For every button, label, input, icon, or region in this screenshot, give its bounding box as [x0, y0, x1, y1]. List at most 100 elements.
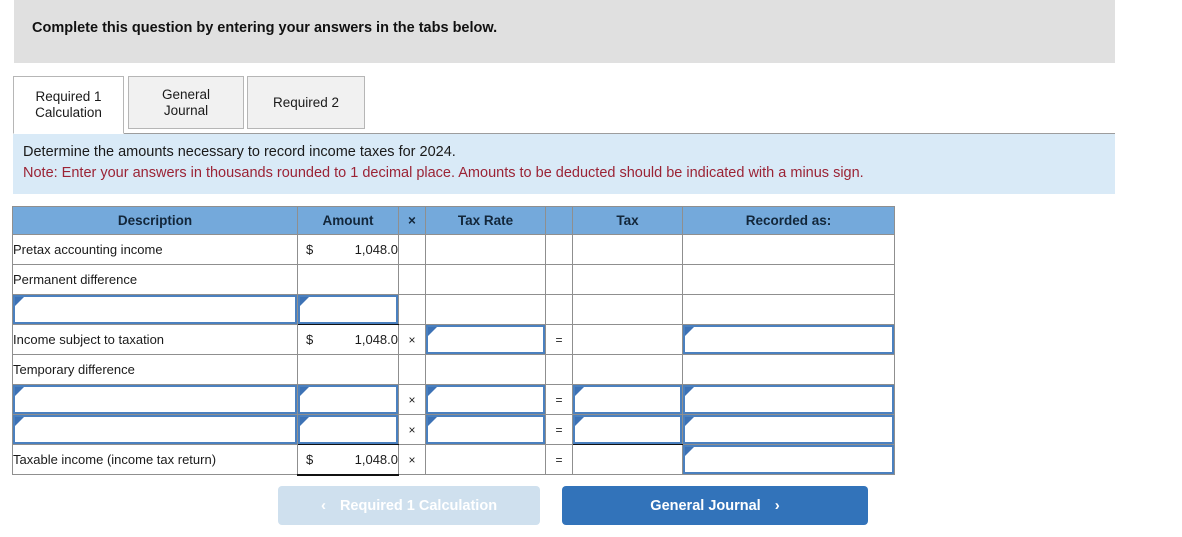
header-tax: Tax — [572, 206, 683, 235]
tab-strip: Required 1 Calculation General Journal R… — [0, 76, 1182, 134]
question-banner-text: Complete this question by entering your … — [32, 20, 498, 36]
row-tax-blank-income-subject-to-taxation — [572, 324, 683, 355]
income-subject-to-taxation-recorded-as-input[interactable] — [687, 327, 893, 352]
row-recorded-as-input-temporary-difference-2[interactable] — [682, 414, 895, 445]
row-tax-rate-blank — [425, 234, 546, 265]
row-equals-blank — [545, 264, 573, 295]
temporary-difference-2-amount-input[interactable] — [302, 417, 397, 442]
amount-value: 1,048.0 — [354, 332, 398, 347]
row-tax-rate-input-temporary-difference-2[interactable] — [425, 414, 546, 445]
row-multiply-blank — [398, 264, 426, 295]
amount-input-box[interactable] — [298, 385, 398, 414]
table-row: Pretax accounting income $1,048.0 — [12, 234, 895, 265]
temporary-difference-1-tax-input[interactable] — [577, 387, 681, 412]
temporary-difference-1-description-input[interactable] — [17, 387, 296, 412]
row-label-pretax-accounting-income: Pretax accounting income — [12, 234, 298, 265]
row-multiply-blank — [398, 294, 426, 325]
tax-rate-input-box[interactable] — [426, 415, 545, 444]
tab-general-journal-label: General Journal — [161, 86, 211, 118]
tab-required-2[interactable]: Required 2 — [247, 76, 365, 129]
temporary-difference-1-recorded-as-input[interactable] — [687, 387, 893, 412]
tab-required-1-calculation[interactable]: Required 1 Calculation — [13, 76, 124, 134]
row-recorded-as-input-temporary-difference-1[interactable] — [682, 384, 895, 415]
instruction-panel: Determine the amounts necessary to recor… — [13, 134, 1115, 194]
question-banner: Complete this question by entering your … — [14, 0, 1115, 63]
chevron-left-icon: ‹ — [320, 497, 326, 514]
table-row: Permanent difference — [12, 264, 895, 295]
row-equals-operator: = — [545, 414, 573, 445]
row-tax-input-temporary-difference-2[interactable] — [572, 414, 683, 445]
row-tax-rate-blank — [425, 354, 546, 385]
calculation-table-wrapper: Description Amount × Tax Rate Tax Record… — [12, 206, 895, 476]
row-multiply-blank — [398, 234, 426, 265]
header-recorded-as: Recorded as: — [682, 206, 895, 235]
tab-required-2-label: Required 2 — [272, 94, 340, 110]
temporary-difference-2-tax-rate-input[interactable] — [430, 417, 544, 442]
row-recorded-as-blank — [682, 264, 895, 295]
prev-required-1-calculation-button[interactable]: ‹ Required 1 Calculation — [278, 486, 540, 525]
description-input-box[interactable] — [13, 415, 297, 444]
temporary-difference-1-amount-input[interactable] — [302, 387, 397, 412]
row-tax-blank-taxable-income — [572, 444, 683, 475]
table-row — [12, 294, 895, 325]
row-amount-pretax-accounting-income: $1,048.0 — [297, 234, 399, 265]
row-amount-input-temporary-difference-2[interactable] — [297, 414, 399, 445]
instruction-primary-text: Determine the amounts necessary to recor… — [23, 144, 456, 160]
description-input-box[interactable] — [13, 295, 297, 324]
tax-rate-input-box[interactable] — [426, 325, 545, 354]
tax-rate-input-box[interactable] — [426, 385, 545, 414]
row-tax-rate-blank — [425, 294, 546, 325]
row-description-input-temporary-difference-2[interactable] — [12, 414, 298, 445]
row-tax-rate-input-temporary-difference-1[interactable] — [425, 384, 546, 415]
row-recorded-as-blank — [682, 294, 895, 325]
row-amount-temporary-difference-blank — [297, 354, 399, 385]
header-description: Description — [12, 206, 298, 235]
header-equals-operator — [545, 206, 573, 235]
tab-required-1-calculation-label: Required 1 Calculation — [35, 89, 102, 120]
temporary-difference-2-recorded-as-input[interactable] — [687, 417, 893, 442]
tax-input-box[interactable] — [573, 415, 682, 444]
row-equals-blank — [545, 234, 573, 265]
temporary-difference-2-tax-input[interactable] — [577, 417, 681, 442]
row-tax-input-temporary-difference-1[interactable] — [572, 384, 683, 415]
taxable-income-recorded-as-input[interactable] — [687, 447, 893, 472]
tax-input-box[interactable] — [573, 385, 682, 414]
row-amount-input-temporary-difference-1[interactable] — [297, 384, 399, 415]
row-tax-rate-input-income-subject-to-taxation[interactable] — [425, 324, 546, 355]
table-row: Temporary difference — [12, 354, 895, 385]
recorded-as-input-box[interactable] — [683, 385, 894, 414]
prev-button-label: Required 1 Calculation — [339, 497, 498, 514]
row-label-permanent-difference: Permanent difference — [12, 264, 298, 295]
row-equals-blank — [545, 294, 573, 325]
recorded-as-input-box[interactable] — [683, 325, 894, 354]
row-recorded-as-input-taxable-income[interactable] — [682, 444, 895, 475]
row-description-input-permanent-difference[interactable] — [12, 294, 298, 325]
recorded-as-input-box[interactable] — [683, 415, 894, 444]
footer-navigation: ‹ Required 1 Calculation General Journal… — [0, 486, 1182, 528]
temporary-difference-2-description-input[interactable] — [17, 417, 296, 442]
header-amount: Amount — [297, 206, 399, 235]
currency-symbol: $ — [306, 242, 314, 257]
row-multiply-operator: × — [398, 324, 426, 355]
row-equals-operator: = — [545, 324, 573, 355]
row-description-input-temporary-difference-1[interactable] — [12, 384, 298, 415]
amount-input-box[interactable] — [298, 295, 398, 324]
recorded-as-input-box[interactable] — [683, 445, 894, 474]
row-equals-operator: = — [545, 444, 573, 475]
permanent-difference-description-input[interactable] — [17, 297, 296, 322]
currency-symbol: $ — [306, 332, 314, 347]
next-general-journal-button[interactable]: General Journal › — [562, 486, 868, 525]
table-row: Income subject to taxation $1,048.0 × = — [12, 324, 895, 355]
income-subject-to-taxation-tax-rate-input[interactable] — [430, 327, 544, 352]
amount-input-box[interactable] — [298, 415, 398, 444]
row-tax-blank — [572, 294, 683, 325]
row-amount-input-permanent-difference[interactable] — [297, 294, 399, 325]
temporary-difference-1-tax-rate-input[interactable] — [430, 387, 544, 412]
row-multiply-blank — [398, 354, 426, 385]
row-recorded-as-input-income-subject-to-taxation[interactable] — [682, 324, 895, 355]
permanent-difference-amount-input[interactable] — [302, 297, 397, 322]
description-input-box[interactable] — [13, 385, 297, 414]
tab-general-journal[interactable]: General Journal — [128, 76, 244, 129]
row-recorded-as-blank — [682, 234, 895, 265]
amount-value: 1,048.0 — [354, 242, 398, 257]
